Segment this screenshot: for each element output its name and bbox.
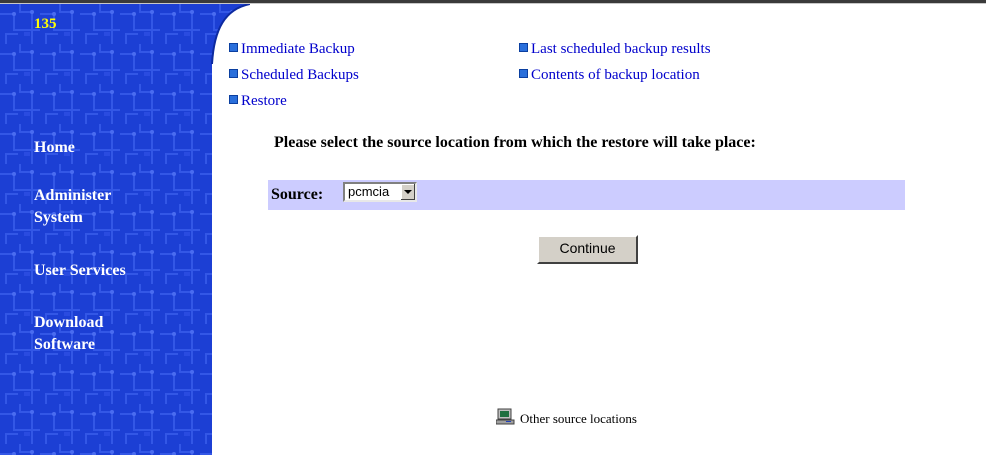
- continue-button[interactable]: Continue: [537, 235, 638, 264]
- bullet-icon: [229, 95, 238, 104]
- bullet-icon: [229, 43, 238, 52]
- link-contents-backup-location[interactable]: Contents of backup location: [519, 67, 700, 84]
- bullet-icon: [519, 69, 528, 78]
- nav-home[interactable]: Home: [34, 137, 75, 159]
- nav-user-services[interactable]: User Services: [34, 260, 126, 282]
- nav-download-software[interactable]: Download Software: [34, 312, 154, 356]
- link-scheduled-backups[interactable]: Scheduled Backups: [229, 67, 359, 84]
- site-id: 135: [34, 16, 57, 32]
- source-select[interactable]: pcmcia: [343, 182, 417, 202]
- nav-administer-system[interactable]: Administer System: [34, 185, 154, 229]
- bullet-icon: [519, 43, 528, 52]
- link-label: Contents of backup location: [531, 67, 700, 83]
- source-select-value: pcmcia: [348, 184, 390, 199]
- page-prompt: Please select the source location from w…: [274, 134, 756, 151]
- dropdown-arrow-icon[interactable]: [400, 184, 415, 200]
- link-immediate-backup[interactable]: Immediate Backup: [229, 41, 355, 58]
- link-last-scheduled-results[interactable]: Last scheduled backup results: [519, 41, 711, 58]
- computer-icon: [496, 408, 515, 425]
- bullet-icon: [229, 69, 238, 78]
- source-row: Source: pcmcia: [268, 180, 905, 210]
- other-source-locations-label: Other source locations: [520, 411, 637, 426]
- link-label: Scheduled Backups: [241, 67, 359, 83]
- sidebar-circuit-background: [0, 4, 250, 455]
- source-label: Source:: [271, 186, 324, 203]
- link-label: Immediate Backup: [241, 41, 355, 57]
- sidebar: 135 Home Administer System User Services…: [0, 4, 250, 455]
- link-label: Last scheduled backup results: [531, 41, 711, 57]
- link-label: Restore: [241, 93, 287, 109]
- link-restore[interactable]: Restore: [229, 93, 287, 110]
